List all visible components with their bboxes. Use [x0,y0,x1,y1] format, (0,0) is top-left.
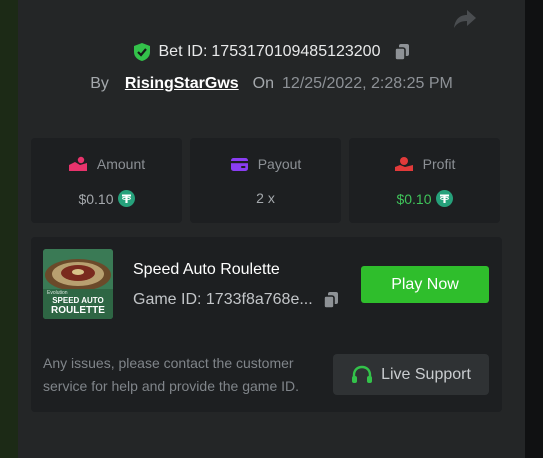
payout-label: Payout [257,156,302,172]
bet-id-row: Bet ID: 1753170109485123200 [18,40,525,64]
copy-game-id-button[interactable] [322,291,339,309]
shield-check-icon [133,43,150,61]
bet-id-label: Bet ID: [158,43,208,60]
share-button[interactable] [451,7,479,31]
copy-icon [394,44,410,61]
background-left [0,0,18,458]
payout-value: 2 x [256,190,275,206]
tether-icon [117,190,135,207]
payout-card: Payout 2 x [190,138,341,223]
profit-label: Profit [422,156,456,172]
profit-icon [394,157,413,171]
on-label: On [252,75,275,92]
game-thumbnail[interactable]: Evolution SPEED AUTO ROULETTE [43,249,113,319]
bet-details-panel: Bet ID: 1753170109485123200 By RisingSta… [18,0,525,458]
amount-value: $0.10 [78,190,114,207]
game-id-row: Game ID: 1733f8a768e... [133,291,339,309]
amount-icon [68,156,87,171]
bet-meta-row: By RisingStarGws On 12/25/2022, 2:28:25 … [18,72,525,96]
game-title: Speed Auto Roulette [133,261,280,278]
thumb-line2: ROULETTE [51,305,105,316]
headset-icon [352,365,373,383]
game-id-value: Game ID: 1733f8a768e... [133,291,313,308]
support-note: Any issues, please contact the customer … [43,355,300,394]
thumb-line1: SPEED AUTO [52,296,104,305]
live-support-button[interactable]: Live Support [333,354,489,395]
background-right [525,0,543,458]
play-now-button[interactable]: Play Now [361,266,489,303]
wallet-icon [230,157,248,171]
amount-card: Amount $0.10 [31,138,182,223]
share-icon [454,10,476,28]
username-link[interactable]: RisingStarGws [125,75,239,93]
profit-card: Profit $0.10 [349,138,500,223]
amount-label: Amount [96,156,146,172]
copy-bet-id-button[interactable] [394,43,410,61]
by-label: By [90,75,109,92]
live-support-label: Live Support [381,365,471,383]
bet-datetime: 12/25/2022, 2:28:25 PM [282,75,453,92]
game-info-box: Evolution SPEED AUTO ROULETTE Speed Auto… [31,237,502,412]
copy-icon [322,292,338,309]
profit-value: $0.10 [396,190,432,207]
bet-id-value: 1753170109485123200 [211,43,381,60]
tether-icon [435,190,453,207]
